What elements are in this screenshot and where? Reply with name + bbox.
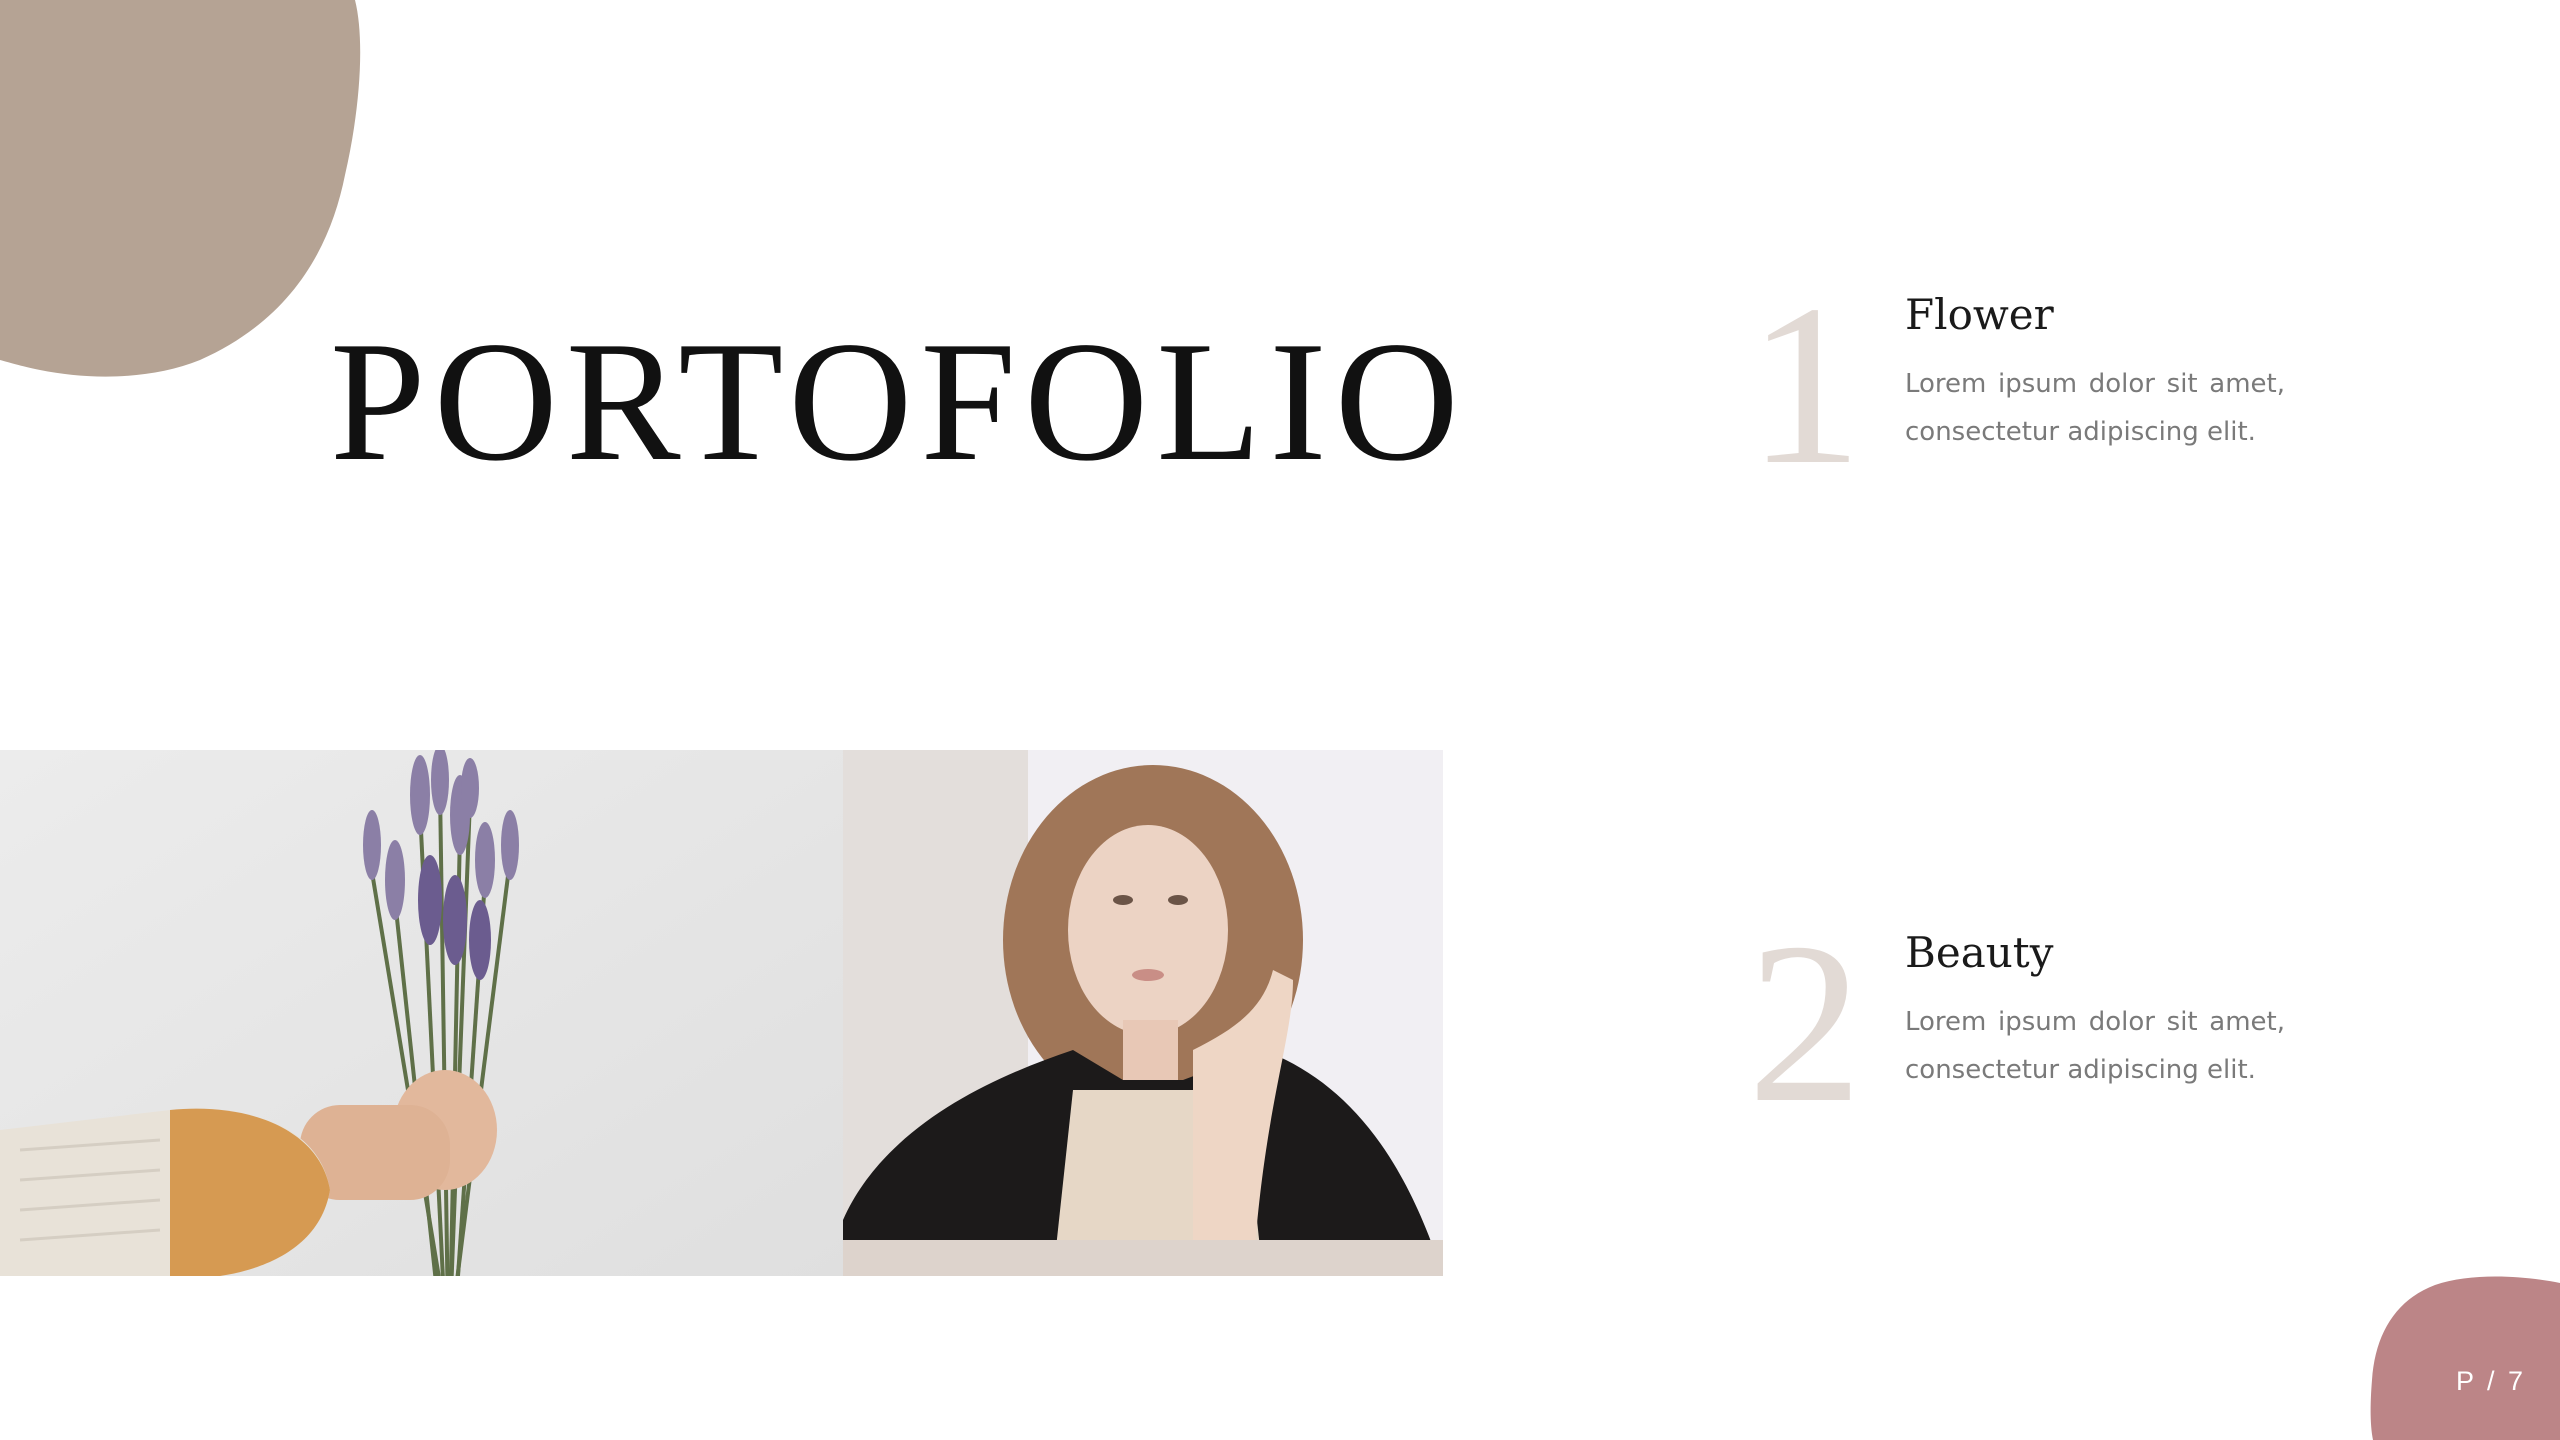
item-title: Flower — [1905, 290, 2054, 339]
item-number: 2 — [1747, 895, 1863, 1150]
item-description: Lorem ipsum dolor sit amet, consectetur … — [1905, 1007, 2285, 1085]
woman-portrait-photo — [843, 750, 1443, 1276]
item-title: Beauty — [1905, 928, 2054, 977]
page-number: P / 7 — [2456, 1366, 2527, 1396]
decorative-blob-bottom — [2370, 1276, 2560, 1440]
lavender-bouquet-photo — [0, 750, 843, 1276]
item-description: Lorem ipsum dolor sit amet, consectetur … — [1905, 369, 2285, 447]
portfolio-slide: P / 7 PORTOFOLIO 1 Flower Lorem ipsum do… — [0, 0, 2560, 1440]
portfolio-item-flower: 1 Flower Lorem ipsum dolor sit amet, con… — [1740, 270, 2300, 500]
portfolio-item-beauty: 2 Beauty Lorem ipsum dolor sit amet, con… — [1740, 908, 2300, 1138]
page-title: PORTOFOLIO — [330, 307, 1467, 497]
item-number: 1 — [1747, 257, 1863, 512]
decorative-blob-top — [0, 0, 361, 377]
